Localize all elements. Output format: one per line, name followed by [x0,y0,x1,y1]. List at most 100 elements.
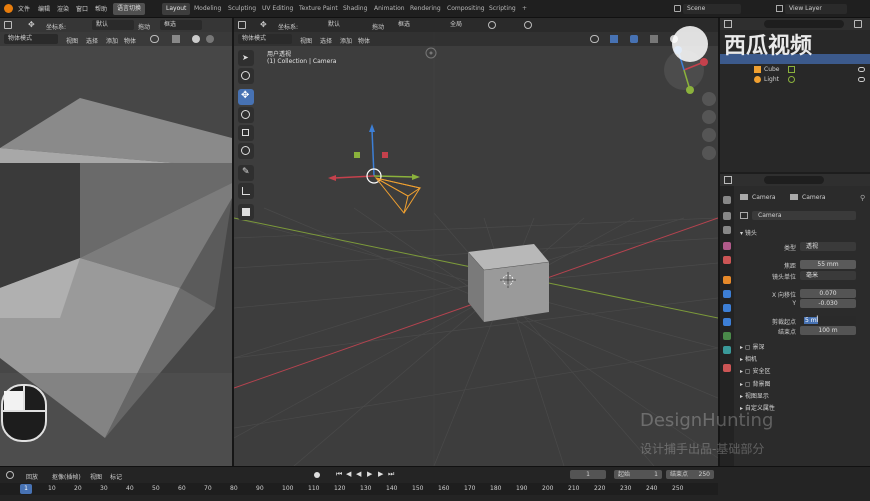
tab-uv-editing[interactable]: UV Editing [258,3,297,15]
editor-type-icon[interactable] [238,21,246,29]
menu-add[interactable]: 添加 [340,36,352,45]
section-viewport-display-header[interactable]: ▸ 视图显示 [740,391,769,400]
datablock-field[interactable]: Camera [752,211,856,220]
menu-render[interactable]: 渲染 [57,4,69,13]
section-lens-header[interactable]: ▾ 镜头 [740,228,757,237]
snap-icon[interactable] [488,21,496,29]
select-mode-select[interactable]: 框选 [394,20,438,30]
tab-animation[interactable]: Animation [370,3,409,15]
world-tab-icon[interactable] [723,256,731,264]
zoom-icon[interactable] [702,92,716,106]
visibility-icon[interactable] [590,35,599,43]
select-mode-select[interactable]: 框选 [160,20,202,30]
tab-rendering[interactable]: Rendering [406,3,445,15]
shift-y-field[interactable]: -0.030 [800,299,856,308]
object-mode-select[interactable]: 物体模式 [4,34,58,44]
render-tab-icon[interactable] [723,212,731,220]
jump-end-icon[interactable]: ⏭ [388,470,394,479]
record-icon[interactable] [314,472,320,478]
overlay-toggle-icon[interactable] [630,35,638,43]
tool-tab-icon[interactable] [723,196,731,204]
transform-gizmo-icon[interactable]: ✥ [28,20,35,29]
menu-select[interactable]: 选择 [86,36,98,45]
play-icon[interactable]: ▶ [367,470,372,478]
main-3d-viewport[interactable]: ✥ 坐标系: 默认 拖动 框选 全局 物体模式 视图 选择 添加 物体 用户透视… [234,18,718,466]
tool-cursor[interactable] [238,68,254,84]
editor-type-icon[interactable] [4,21,12,29]
modifier-tab-icon[interactable] [723,290,731,298]
visibility-eye-icon[interactable] [858,77,865,82]
clip-start-field[interactable]: 5 m [800,316,856,325]
menu-view[interactable]: 视图 [90,472,102,481]
view-layer-selector[interactable]: View Layer [785,4,847,14]
tool-add-cube[interactable] [238,204,254,220]
tool-select-box[interactable]: ➤ [238,50,254,66]
section-dof-header[interactable]: ▸ ▢ 景深 [740,342,765,351]
pivot-select[interactable]: 全局 [446,20,482,30]
tab-shading[interactable]: Shading [339,3,371,15]
menu-playback[interactable]: 回放 [26,472,38,481]
proportional-edit-icon[interactable] [524,21,532,29]
blender-logo-icon[interactable] [4,4,13,13]
menu-keying[interactable]: 抠像(插帧) [52,472,81,481]
menu-object[interactable]: 物体 [358,36,370,45]
editor-type-icon[interactable] [724,20,732,28]
datablock-icon[interactable] [740,212,748,219]
tool-scale[interactable] [238,125,254,141]
search-field[interactable] [764,20,844,28]
search-field[interactable] [764,176,824,184]
transform-orientation-select[interactable]: 默认 [324,20,368,30]
tab-modeling[interactable]: Modeling [190,3,225,15]
timeline-ruler[interactable]: 1 10 20 30 40 50 60 70 80 90 100 110 120… [0,483,718,495]
lens-unit-select[interactable]: 毫米 [800,271,856,280]
language-switch-button[interactable]: 语言切换 [113,3,146,15]
menu-marker[interactable]: 标记 [110,472,122,481]
shading-solid-icon[interactable] [192,35,200,43]
section-safe-areas-header[interactable]: ▸ ▢ 安全区 [740,366,771,375]
menu-edit[interactable]: 编辑 [38,4,50,13]
tab-layout[interactable]: Layout [162,3,191,15]
menu-select[interactable]: 选择 [320,36,332,45]
tab-scripting[interactable]: Scripting [485,3,520,15]
tab-compositing[interactable]: Compositing [443,3,489,15]
camera-view-icon[interactable] [702,128,716,142]
material-tab-icon[interactable] [723,364,731,372]
outliner-row-cube[interactable]: Cube [740,65,870,75]
camera-data-tab-icon[interactable] [723,346,731,354]
transform-orientation-select[interactable]: 默认 [92,20,134,30]
menu-help[interactable]: 帮助 [95,4,107,13]
tab-texture-paint[interactable]: Texture Paint [295,3,342,15]
playhead[interactable]: 1 [20,484,32,494]
filter-icon[interactable] [854,20,862,28]
menu-window[interactable]: 窗口 [76,4,88,13]
menu-view[interactable]: 视图 [300,36,312,45]
menu-file[interactable]: 文件 [18,4,30,13]
scene-selector[interactable]: Scene [683,4,741,14]
pin-icon[interactable]: ⚲ [860,194,865,202]
next-key-icon[interactable]: ▶ [378,470,383,478]
tab-sculpting[interactable]: Sculpting [224,3,260,15]
add-workspace-button[interactable]: + [518,3,531,15]
tool-rotate[interactable] [238,107,254,123]
type-select[interactable]: 透视 [800,242,856,251]
overlay-icon[interactable] [150,35,159,43]
physics-tab-icon[interactable] [723,318,731,326]
camera-object[interactable] [324,118,434,228]
output-tab-icon[interactable] [723,226,731,234]
focal-length-field[interactable]: 55 mm [800,260,856,269]
tool-annotate[interactable]: ✎ [238,165,254,181]
left-3d-viewport[interactable]: ✥ 坐标系: 默认 拖动 框选 物体模式 视图 选择 添加 物体 [0,18,232,466]
editor-type-icon[interactable] [724,176,732,184]
xray-icon[interactable] [172,35,180,43]
scene-tab-icon[interactable] [723,242,731,250]
clip-end-field[interactable]: 100 m [800,326,856,335]
outliner-row-light[interactable]: Light [740,75,870,85]
current-frame-field[interactable]: 1 [570,470,606,479]
section-background-images-header[interactable]: ▸ ▢ 背景图 [740,379,771,388]
particles-tab-icon[interactable] [723,304,731,312]
transform-gizmo-icon[interactable]: ✥ [260,20,267,29]
shift-x-field[interactable]: 0.070 [800,289,856,298]
prev-key-icon[interactable]: ◀ [346,470,351,478]
play-reverse-icon[interactable]: ◀ [356,470,361,478]
menu-view[interactable]: 视图 [66,36,78,45]
